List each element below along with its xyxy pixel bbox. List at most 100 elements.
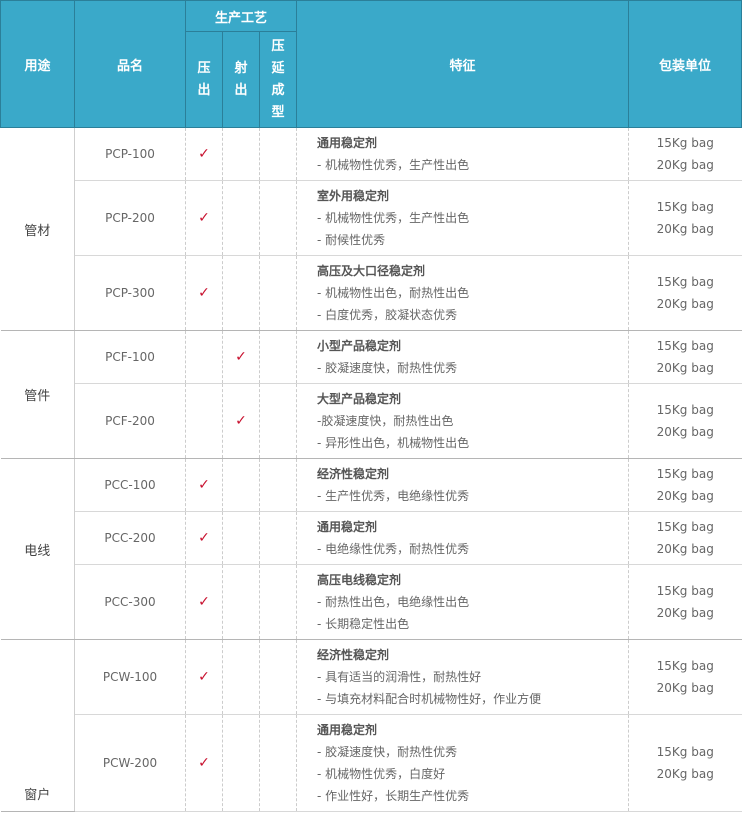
calendering-cell [259,383,297,459]
packaging-option: 15Kg bag [656,136,714,150]
feature-cell: 高压电线稳定剂 - 耐热性出色，电绝缘性出色 - 长期稳定性出色 [296,564,629,640]
calendering-cell [259,255,297,331]
table-row: PCP-200 ✓ 室外用稳定剂 - 机械物性优秀，生产性出色 - 耐候性优秀 … [1,180,742,256]
packaging-option: 15Kg bag [656,584,714,598]
usage-cell: 管件 [0,330,75,459]
table-row: PCP-300 ✓ 高压及大口径稳定剂 - 机械物性出色，耐热性出色 - 白度优… [1,255,742,331]
packaging-option: 20Kg bag [656,297,714,311]
header-injection-char: 射 [234,60,248,76]
feature-line: - 耐热性出色，电绝缘性出色 [317,595,470,609]
usage-cell: 管材 [0,127,75,331]
extrusion-check-icon: ✓ [185,511,223,565]
product-name: PCC-100 [74,458,186,512]
injection-cell [222,127,260,181]
header-calendering-char: 成 [271,82,285,98]
feature-line: - 作业性好，长期生产性优秀 [317,789,470,803]
packaging-option: 20Kg bag [656,606,714,620]
packaging-option: 20Kg bag [656,542,714,556]
packaging-option: 20Kg bag [656,222,714,236]
feature-title: 大型产品稳定剂 [317,392,402,406]
header-extrusion: 压 出 [185,31,223,128]
feature-title: 经济性稳定剂 [317,467,390,481]
header-extrusion-char: 出 [197,82,211,98]
feature-cell: 室外用稳定剂 - 机械物性优秀，生产性出色 - 耐候性优秀 [296,180,629,256]
injection-cell [222,255,260,331]
feature-cell: 经济性稳定剂 - 具有适当的润滑性，耐热性好 - 与填充材料配合时机械物性好，作… [296,639,629,715]
packaging-option: 15Kg bag [656,403,714,417]
packaging-option: 15Kg bag [656,339,714,353]
packaging-option: 20Kg bag [656,158,714,172]
table-row: 管件 PCF-100 ✓ 小型产品稳定剂 - 胶凝速度快，耐热性优秀 15Kg … [0,330,742,459]
packaging-cell: 15Kg bag 20Kg bag [628,564,742,640]
injection-cell [222,639,260,715]
calendering-cell [259,639,297,715]
packaging-option: 15Kg bag [656,520,714,534]
feature-line: - 具有适当的润滑性，耐热性好 [317,670,482,684]
header-product-name: 品名 [74,0,186,128]
table-row: 窗户 PCW-100 ✓ 经济性稳定剂 - 具有适当的润滑性，耐热性好 - 与填… [0,639,742,812]
feature-line: - 生产性优秀，电绝缘性优秀 [317,489,470,503]
product-name: PCC-200 [74,511,186,565]
feature-line: - 异形性出色，机械物性出色 [317,436,470,450]
packaging-option: 20Kg bag [656,767,714,781]
feature-title: 通用稳定剂 [317,136,378,150]
header-packaging: 包装单位 [628,0,742,128]
injection-cell [222,511,260,565]
packaging-cell: 15Kg bag 20Kg bag [628,330,742,384]
calendering-cell [259,180,297,256]
feature-line: - 电绝缘性优秀，耐热性优秀 [317,542,470,556]
feature-title: 小型产品稳定剂 [317,339,402,353]
feature-cell: 小型产品稳定剂 - 胶凝速度快，耐热性优秀 [296,330,629,384]
injection-cell [222,180,260,256]
feature-cell: 高压及大口径稳定剂 - 机械物性出色，耐热性出色 - 白度优秀，胶凝状态优秀 [296,255,629,331]
table-row: PCC-300 ✓ 高压电线稳定剂 - 耐热性出色，电绝缘性出色 - 长期稳定性… [1,564,742,640]
header-calendering: 压 延 成 型 [259,31,297,128]
table-row: 电线 PCC-100 ✓ 经济性稳定剂 - 生产性优秀，电绝缘性优秀 15Kg … [0,458,742,640]
usage-cell: 窗户 [0,639,75,812]
injection-check-icon: ✓ [222,330,260,384]
feature-cell: 通用稳定剂 - 电绝缘性优秀，耐热性优秀 [296,511,629,565]
header-calendering-char: 型 [271,104,285,120]
calendering-cell [259,714,297,812]
product-name: PCP-300 [74,255,186,331]
feature-line: - 白度优秀，胶凝状态优秀 [317,308,458,322]
feature-line: -胶凝速度快，耐热性出色 [317,414,454,428]
feature-title: 高压及大口径稳定剂 [317,264,426,278]
calendering-cell [259,127,297,181]
packaging-cell: 15Kg bag 20Kg bag [628,458,742,512]
packaging-option: 20Kg bag [656,361,714,375]
product-name: PCW-200 [74,714,186,812]
packaging-option: 20Kg bag [656,489,714,503]
injection-cell [222,458,260,512]
feature-line: - 胶凝速度快，耐热性优秀 [317,361,458,375]
packaging-cell: 15Kg bag 20Kg bag [628,714,742,812]
product-name: PCP-100 [74,127,186,181]
feature-line: - 胶凝速度快，耐热性优秀 [317,745,458,759]
calendering-cell [259,330,297,384]
calendering-cell [259,458,297,512]
header-usage: 用途 [0,0,75,128]
feature-line: - 长期稳定性出色 [317,617,410,631]
feature-title: 通用稳定剂 [317,723,378,737]
calendering-cell [259,511,297,565]
table-row: 管材 PCP-100 ✓ 通用稳定剂 - 机械物性优秀，生产性出色 15Kg b… [0,127,742,331]
packaging-option: 15Kg bag [656,659,714,673]
feature-cell: 大型产品稳定剂 -胶凝速度快，耐热性出色 - 异形性出色，机械物性出色 [296,383,629,459]
packaging-option: 15Kg bag [656,467,714,481]
injection-check-icon: ✓ [222,383,260,459]
packaging-cell: 15Kg bag 20Kg bag [628,639,742,715]
extrusion-cell [185,330,223,384]
feature-line: - 机械物性优秀，生产性出色 [317,211,470,225]
extrusion-check-icon: ✓ [185,564,223,640]
product-name: PCF-200 [74,383,186,459]
table-row: PCF-200 ✓ 大型产品稳定剂 -胶凝速度快，耐热性出色 - 异形性出色，机… [1,383,742,459]
feature-cell: 经济性稳定剂 - 生产性优秀，电绝缘性优秀 [296,458,629,512]
packaging-option: 15Kg bag [656,200,714,214]
feature-title: 通用稳定剂 [317,520,378,534]
header-calendering-char: 压 [271,38,285,54]
header-injection: 射 出 [222,31,260,128]
stabilizer-product-table: 用途 品名 生产工艺 特征 包装单位 压 出 射 出 压 延 成 型 管材 PC… [0,0,742,812]
header-extrusion-char: 压 [197,60,211,76]
extrusion-check-icon: ✓ [185,255,223,331]
injection-cell [222,714,260,812]
